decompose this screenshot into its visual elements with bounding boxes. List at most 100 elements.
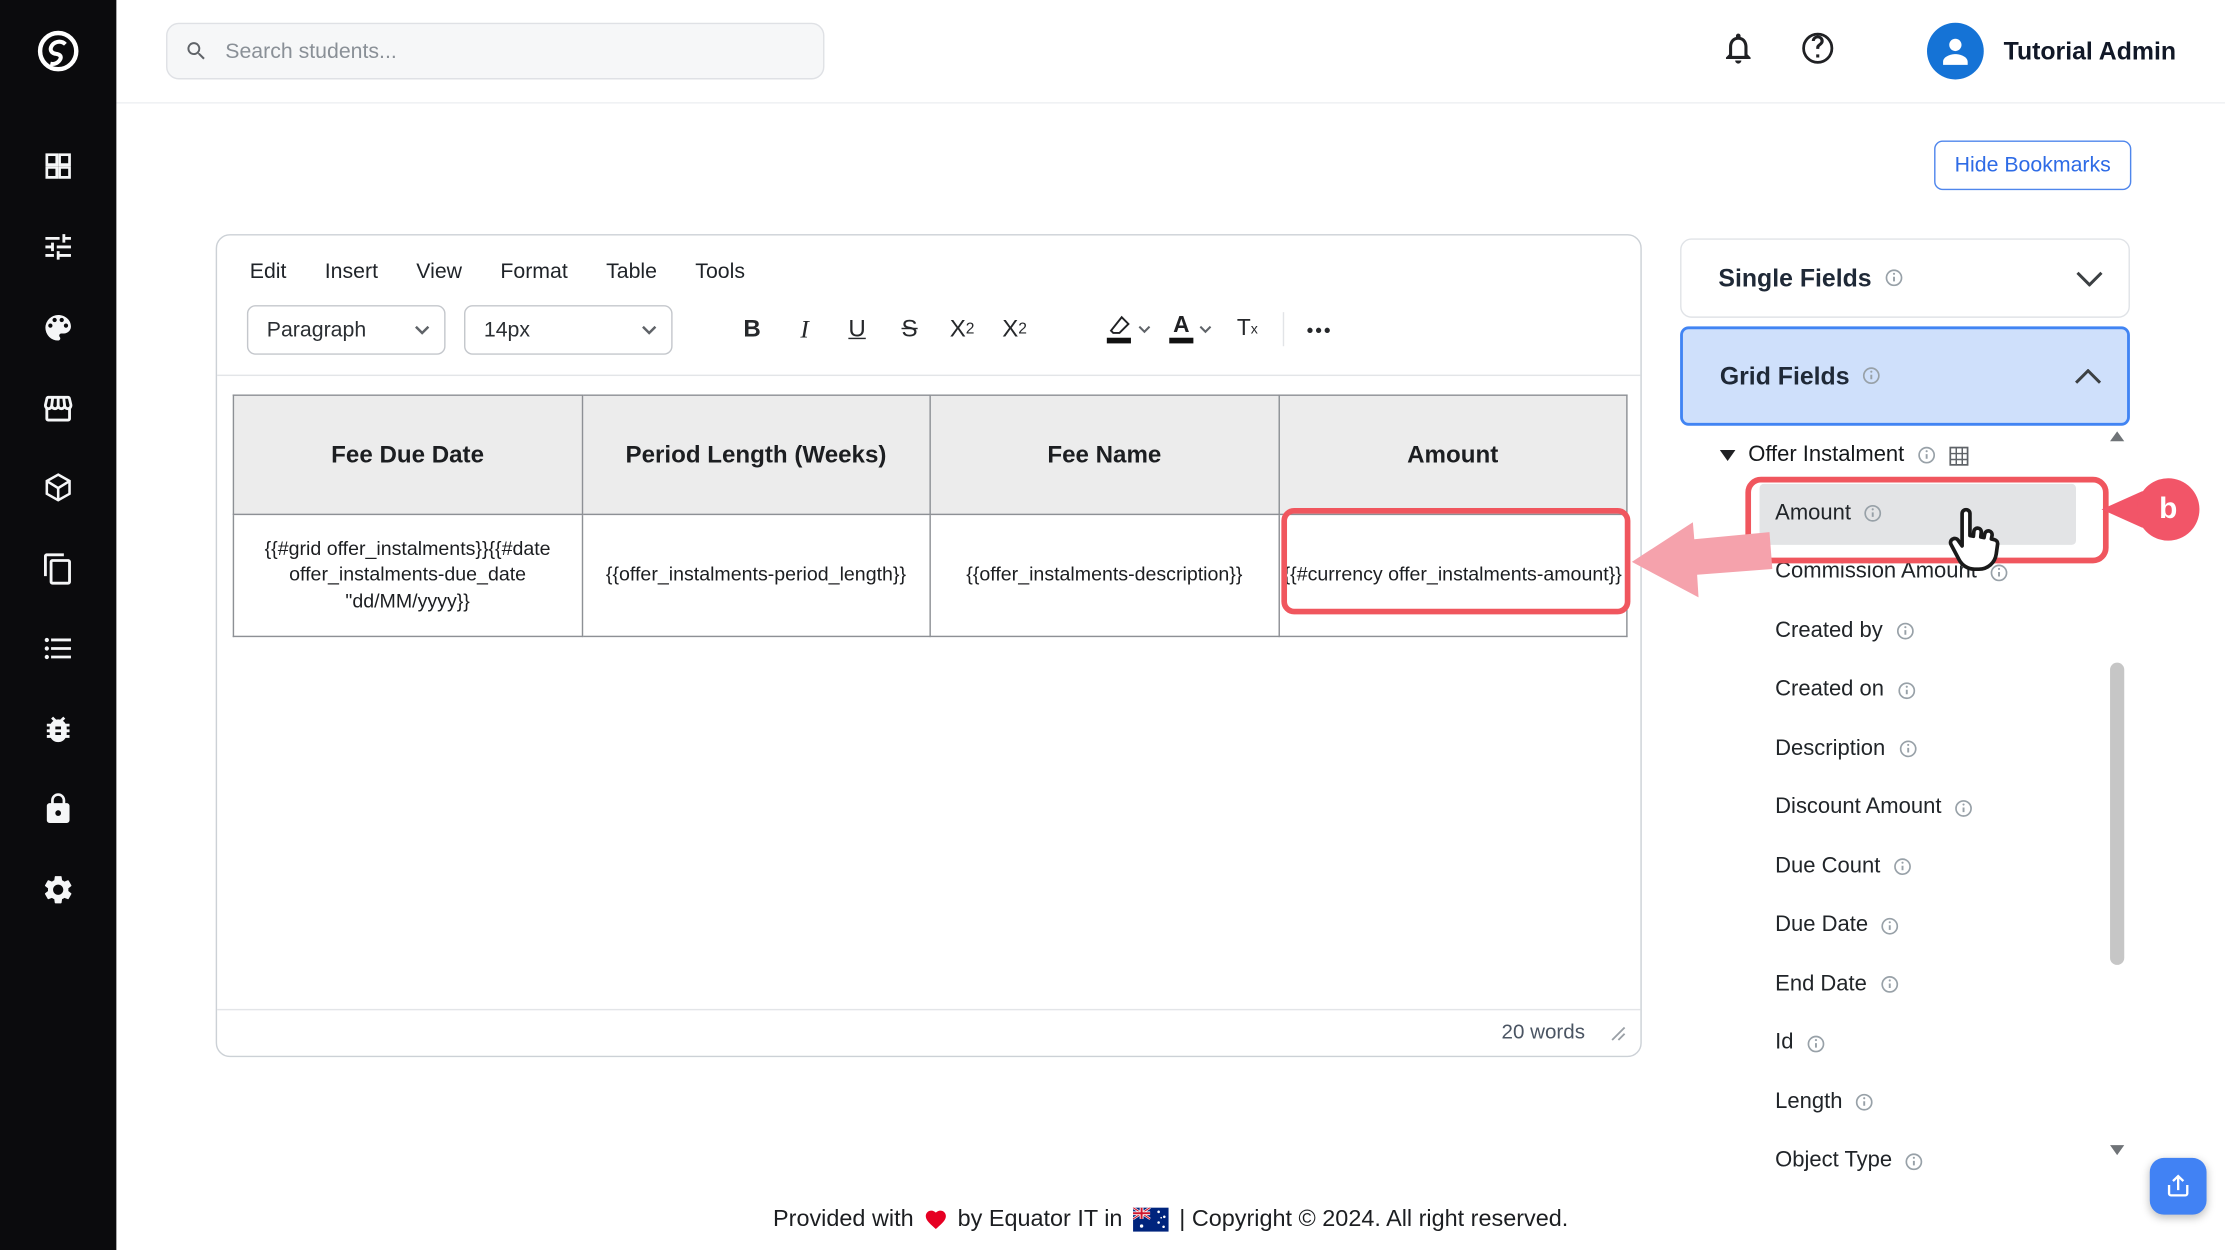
- field-item-due-date[interactable]: Due Date: [1680, 896, 2092, 955]
- single-fields-header[interactable]: Single Fields: [1680, 238, 2130, 317]
- header-amount[interactable]: Amount: [1279, 395, 1627, 514]
- palette-icon[interactable]: [41, 311, 75, 345]
- toolbar-divider: [1283, 312, 1284, 346]
- storefront-icon[interactable]: [41, 392, 75, 426]
- avatar[interactable]: [1927, 23, 1984, 80]
- scroll-up-arrow[interactable]: [2110, 431, 2124, 441]
- bell-icon[interactable]: [1720, 30, 1757, 67]
- info-icon[interactable]: [1917, 446, 1936, 465]
- info-icon[interactable]: [1896, 622, 1915, 641]
- field-item-commission-amount[interactable]: Commission Amount: [1680, 543, 2092, 602]
- superscript-number: 2: [1018, 321, 1027, 338]
- menu-edit[interactable]: Edit: [250, 260, 287, 284]
- tune-icon[interactable]: [41, 230, 75, 264]
- font-size-select[interactable]: 14px: [464, 304, 673, 354]
- superscript-button[interactable]: X2: [998, 308, 1032, 351]
- header-fee-due-date[interactable]: Fee Due Date: [233, 395, 581, 514]
- field-item-id[interactable]: Id: [1680, 1014, 2092, 1073]
- highlight-color-button[interactable]: [1105, 315, 1150, 343]
- settings-icon[interactable]: [41, 873, 75, 907]
- tree-scrollbar: [2106, 427, 2127, 1178]
- menu-view[interactable]: View: [416, 260, 462, 284]
- field-item-created-on[interactable]: Created on: [1680, 661, 2092, 720]
- field-item-created-by[interactable]: Created by: [1680, 602, 2092, 661]
- arrow-up-box-icon: [2163, 1171, 2194, 1202]
- list-icon[interactable]: [41, 631, 75, 665]
- template-editor: Edit Insert View Format Table Tools Para…: [216, 234, 1642, 1057]
- block-format-select[interactable]: Paragraph: [247, 304, 446, 354]
- word-count: 20 words: [1502, 1022, 1585, 1045]
- cell-fee-due-date[interactable]: {{#grid offer_instalments}}{{#date offer…: [233, 514, 581, 636]
- info-icon[interactable]: [1864, 504, 1883, 523]
- single-fields-label: Single Fields: [1718, 263, 1871, 293]
- group-offer-instalment[interactable]: Offer Instalment: [1680, 427, 2130, 484]
- menu-tools[interactable]: Tools: [695, 260, 745, 284]
- field-item-object-type[interactable]: Object Type: [1680, 1132, 2092, 1178]
- resize-handle-icon[interactable]: [1611, 1025, 1627, 1041]
- chevron-down-icon: [414, 324, 430, 334]
- strikethrough-button[interactable]: S: [893, 308, 927, 351]
- menu-insert[interactable]: Insert: [325, 260, 378, 284]
- footer: Provided with by Equator IT in | Copyrig…: [116, 1206, 2225, 1233]
- subscript-button[interactable]: X2: [945, 308, 979, 351]
- info-icon[interactable]: [1990, 563, 2009, 582]
- field-item-length[interactable]: Length: [1680, 1073, 2092, 1132]
- info-icon[interactable]: [1881, 916, 1900, 935]
- scroll-top-fab[interactable]: [2150, 1158, 2207, 1215]
- info-icon[interactable]: [1893, 857, 1912, 876]
- field-item-description[interactable]: Description: [1680, 719, 2092, 778]
- field-item-discount-amount[interactable]: Discount Amount: [1680, 778, 2092, 837]
- sidebar: [0, 0, 116, 1250]
- info-icon[interactable]: [1905, 1152, 1924, 1171]
- info-icon[interactable]: [1855, 1093, 1874, 1112]
- chevron-down-icon[interactable]: [1138, 325, 1151, 334]
- info-icon[interactable]: [1806, 1034, 1825, 1053]
- bug-icon[interactable]: [41, 712, 75, 746]
- info-icon[interactable]: [1898, 739, 1917, 758]
- menu-table[interactable]: Table: [606, 260, 657, 284]
- annotation-badge-b: b: [2137, 478, 2199, 540]
- cell-period-length[interactable]: {{offer_instalments-period_length}}: [582, 514, 930, 636]
- field-item-amount[interactable]: Amount: [1680, 484, 2092, 543]
- chevron-down-icon[interactable]: [2076, 270, 2103, 286]
- bold-button[interactable]: B: [735, 308, 769, 351]
- field-item-due-count[interactable]: Due Count: [1680, 837, 2092, 896]
- scroll-down-arrow[interactable]: [2110, 1145, 2124, 1155]
- header-fee-name[interactable]: Fee Name: [930, 395, 1278, 514]
- dashboard-icon[interactable]: [41, 149, 75, 183]
- help-icon[interactable]: [1799, 30, 1836, 67]
- footer-text-3: | Copyright © 2024. All right reserved.: [1179, 1206, 1568, 1233]
- user-name: Tutorial Admin: [2004, 0, 2176, 102]
- field-label: Discount Amount: [1775, 795, 1941, 821]
- info-icon[interactable]: [1862, 366, 1881, 385]
- search-box[interactable]: [166, 23, 824, 80]
- chevron-up-icon[interactable]: [2075, 368, 2102, 384]
- field-label: Due Count: [1775, 854, 1880, 880]
- cell-amount[interactable]: {{#currency offer_instalments-amount}}: [1279, 514, 1627, 636]
- header-period-length[interactable]: Period Length (Weeks): [582, 395, 930, 514]
- cube-icon[interactable]: [41, 471, 75, 505]
- info-icon[interactable]: [1897, 680, 1916, 699]
- info-icon[interactable]: [1880, 975, 1899, 994]
- menu-format[interactable]: Format: [500, 260, 567, 284]
- clear-formatting-button[interactable]: Tx: [1230, 308, 1264, 351]
- info-icon[interactable]: [1884, 269, 1903, 288]
- underline-button[interactable]: U: [840, 308, 874, 351]
- cell-fee-name[interactable]: {{offer_instalments-description}}: [930, 514, 1278, 636]
- chevron-down-icon[interactable]: [1199, 325, 1212, 334]
- subscript-glyph: X: [950, 315, 966, 343]
- lock-icon[interactable]: [41, 792, 75, 826]
- caret-down-icon[interactable]: [1720, 450, 1736, 461]
- copy-icon[interactable]: [41, 552, 75, 586]
- hide-bookmarks-button[interactable]: Hide Bookmarks: [1934, 140, 2131, 190]
- search-input[interactable]: [222, 38, 806, 65]
- app-logo[interactable]: [0, 0, 116, 102]
- scrollbar-thumb[interactable]: [2110, 663, 2124, 965]
- italic-button[interactable]: I: [788, 308, 822, 351]
- more-toolbar-button[interactable]: •••: [1303, 308, 1337, 351]
- text-color-button[interactable]: A: [1169, 315, 1212, 343]
- field-item-end-date[interactable]: End Date: [1680, 955, 2092, 1014]
- text-color-glyph: A: [1173, 315, 1189, 336]
- grid-fields-header[interactable]: Grid Fields: [1680, 326, 2130, 425]
- info-icon[interactable]: [1954, 798, 1973, 817]
